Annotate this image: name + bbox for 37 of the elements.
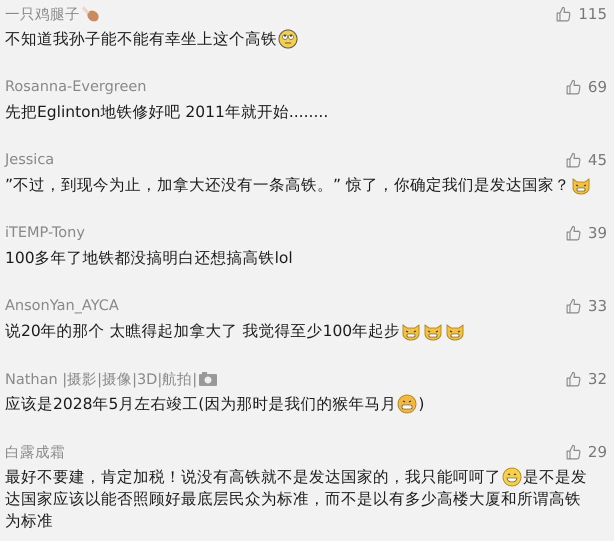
thumbs-up-icon[interactable]: [555, 6, 572, 22]
comment-text: ”不过，到现今为止，加拿大还没有一条高铁。” 惊了，你确定我们是发达国家？: [5, 175, 570, 196]
like-count: 29: [588, 443, 607, 461]
comment-author[interactable]: AnsonYan_AYCA: [5, 298, 119, 314]
comment-author[interactable]: 白露成霜: [5, 442, 65, 462]
comment-text: 说20年的那个 太瞧得起加拿大了 我觉得至少100年起步: [5, 321, 400, 342]
drumstick-icon: [81, 4, 101, 24]
comment-text: 不知道我孙子能不能有幸坐上这个高铁: [5, 29, 277, 50]
comment-text: 为标准: [5, 511, 53, 532]
comment-text: ): [418, 394, 424, 415]
like-count: 45: [588, 151, 607, 169]
thumbs-up-icon[interactable]: [564, 444, 582, 460]
comment-author[interactable]: 一只鸡腿子: [5, 4, 80, 24]
comment-text: 是不是发: [523, 467, 587, 488]
comment-author[interactable]: iTEMP-Tony: [5, 225, 85, 241]
like-count: 32: [588, 370, 607, 388]
comment-author[interactable]: Jessica: [5, 152, 54, 168]
comment-author[interactable]: Nathan |摄影|摄像|3D|航拍|: [5, 370, 198, 388]
comment-text: 应该是2028年5月左右竣工(因为那时是我们的猴年马月: [5, 394, 396, 415]
thumbs-up-icon[interactable]: [564, 224, 582, 242]
emoji-face-icon: [397, 394, 418, 414]
like-count: 33: [588, 297, 607, 315]
comment-text: 达国家应该以能否照顾好最底层民众为标准，而不是以有多少高楼大厦和所谓高铁: [5, 489, 581, 510]
like-count: 69: [588, 78, 607, 96]
thumbs-up-icon[interactable]: [564, 370, 582, 388]
emoji-face-icon: [502, 467, 522, 487]
thumbs-up-icon[interactable]: [564, 298, 582, 314]
like-count: 115: [578, 5, 607, 23]
comment-text: 100多年了地铁都没搞明白还想搞高铁lol: [5, 248, 293, 269]
thumbs-up-icon[interactable]: [564, 78, 582, 96]
camera-icon: [198, 369, 218, 389]
comment-author[interactable]: Rosanna-Evergreen: [5, 79, 146, 95]
like-count: 39: [588, 224, 607, 242]
comment-text: 先把Eglinton地铁修好吧 2011年就开始........: [5, 102, 328, 123]
emoji-face-icon: [278, 29, 298, 49]
comment-text: 最好不要建，肯定加税！说没有高铁就不是发达国家的，我只能呵呵了: [5, 467, 501, 488]
thumbs-up-icon[interactable]: [564, 152, 582, 168]
